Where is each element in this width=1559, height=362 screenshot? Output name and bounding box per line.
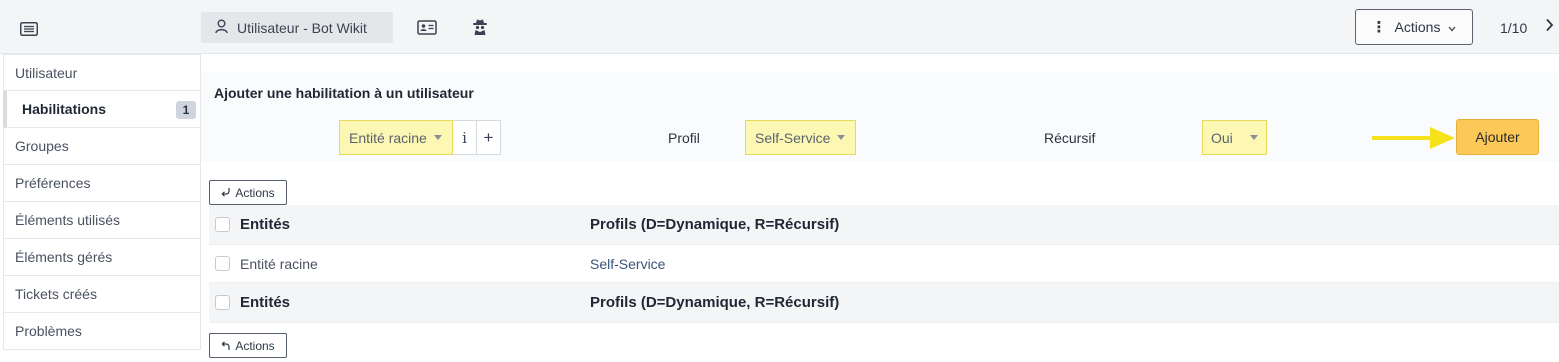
sidebar: Utilisateur Habilitations 1 Groupes Préf… (3, 54, 201, 350)
actions-button[interactable]: ⋮ Actions (1355, 9, 1473, 45)
column-footer-entites: Entités (240, 294, 291, 311)
list-icon[interactable] (20, 22, 38, 36)
spy-icon[interactable] (469, 16, 491, 38)
actions-label: Actions (1394, 19, 1441, 35)
row-checkbox[interactable] (215, 256, 230, 271)
mass-actions-button-top[interactable]: Actions (209, 180, 287, 205)
form-title: Ajouter une habilitation à un utilisateu… (214, 85, 474, 101)
mass-actions-label: Actions (235, 338, 275, 353)
mass-actions-label: Actions (235, 185, 275, 200)
top-bar: Utilisateur - Bot Wikit ⋮ Actions 1/10 (0, 0, 1559, 54)
corner-arrow-up-icon (221, 341, 230, 350)
sidebar-item-label: Utilisateur (15, 64, 78, 81)
tab-user-label: Utilisateur - Bot Wikit (237, 19, 367, 36)
column-footer-profils: Profils (D=Dynamique, R=Récursif) (590, 294, 840, 311)
chevron-right-icon[interactable] (1545, 18, 1554, 37)
table-header-row: Entités Profils (D=Dynamique, R=Récursif… (209, 205, 1559, 245)
sidebar-item-utilisateur[interactable]: Utilisateur (3, 54, 201, 91)
recursif-label: Récursif (1044, 130, 1096, 146)
table-row: Entité racine Self-Service (209, 245, 1559, 283)
profil-select[interactable]: Self-Service (745, 120, 856, 155)
cell-profile-link[interactable]: Self-Service (590, 256, 665, 272)
vertical-dots-icon: ⋮ (1371, 19, 1387, 36)
id-card-icon[interactable] (416, 16, 438, 38)
cell-entity: Entité racine (240, 255, 318, 272)
tab-user[interactable]: Utilisateur - Bot Wikit (201, 12, 393, 43)
sidebar-item-habilitations[interactable]: Habilitations 1 (3, 91, 201, 128)
profil-label: Profil (668, 130, 700, 146)
select-all-checkbox[interactable] (215, 217, 230, 232)
habilitations-table: Entités Profils (D=Dynamique, R=Récursif… (209, 205, 1559, 323)
sidebar-item-label: Problèmes (15, 323, 82, 339)
info-button[interactable]: i (453, 120, 477, 155)
mass-actions-button-bottom[interactable]: Actions (209, 333, 287, 358)
count-badge: 1 (176, 101, 196, 119)
sidebar-item-label: Éléments gérés (15, 249, 113, 265)
sidebar-item-label: Groupes (15, 138, 69, 154)
sidebar-item-preferences[interactable]: Préférences (3, 165, 201, 202)
caret-down-icon (433, 135, 442, 140)
column-header-entites: Entités (240, 216, 291, 233)
sidebar-item-label: Habilitations (22, 101, 107, 117)
entity-select[interactable]: Entité racine (339, 120, 453, 155)
profil-select-value: Self-Service (755, 129, 831, 146)
caret-down-icon (837, 135, 846, 140)
add-button[interactable]: Ajouter (1456, 119, 1539, 155)
select-all-checkbox[interactable] (215, 295, 230, 310)
caret-down-icon (1249, 135, 1258, 140)
entity-select-value: Entité racine (349, 129, 427, 146)
sidebar-item-elements-utilises[interactable]: Éléments utilisés (3, 202, 201, 239)
arrow-right-icon (1372, 126, 1456, 150)
table-footer-row: Entités Profils (D=Dynamique, R=Récursif… (209, 283, 1559, 323)
sidebar-item-groupes[interactable]: Groupes (3, 128, 201, 165)
sidebar-item-tickets-crees[interactable]: Tickets créés (3, 276, 201, 313)
corner-arrow-icon (221, 188, 230, 197)
recursif-select-value: Oui (1211, 129, 1233, 146)
pager-count: 1/10 (1500, 20, 1528, 36)
chevron-down-icon (1448, 19, 1456, 35)
recursif-select[interactable]: Oui (1202, 120, 1267, 155)
user-icon (215, 19, 228, 37)
sidebar-item-label: Éléments utilisés (15, 212, 121, 228)
sidebar-item-elements-geres[interactable]: Éléments gérés (3, 239, 201, 276)
add-entity-button[interactable]: + (477, 120, 501, 155)
column-header-profils: Profils (D=Dynamique, R=Récursif) (590, 216, 840, 233)
sidebar-item-label: Tickets créés (15, 286, 97, 302)
sidebar-item-problemes[interactable]: Problèmes (3, 313, 201, 350)
sidebar-item-label: Préférences (15, 175, 91, 191)
